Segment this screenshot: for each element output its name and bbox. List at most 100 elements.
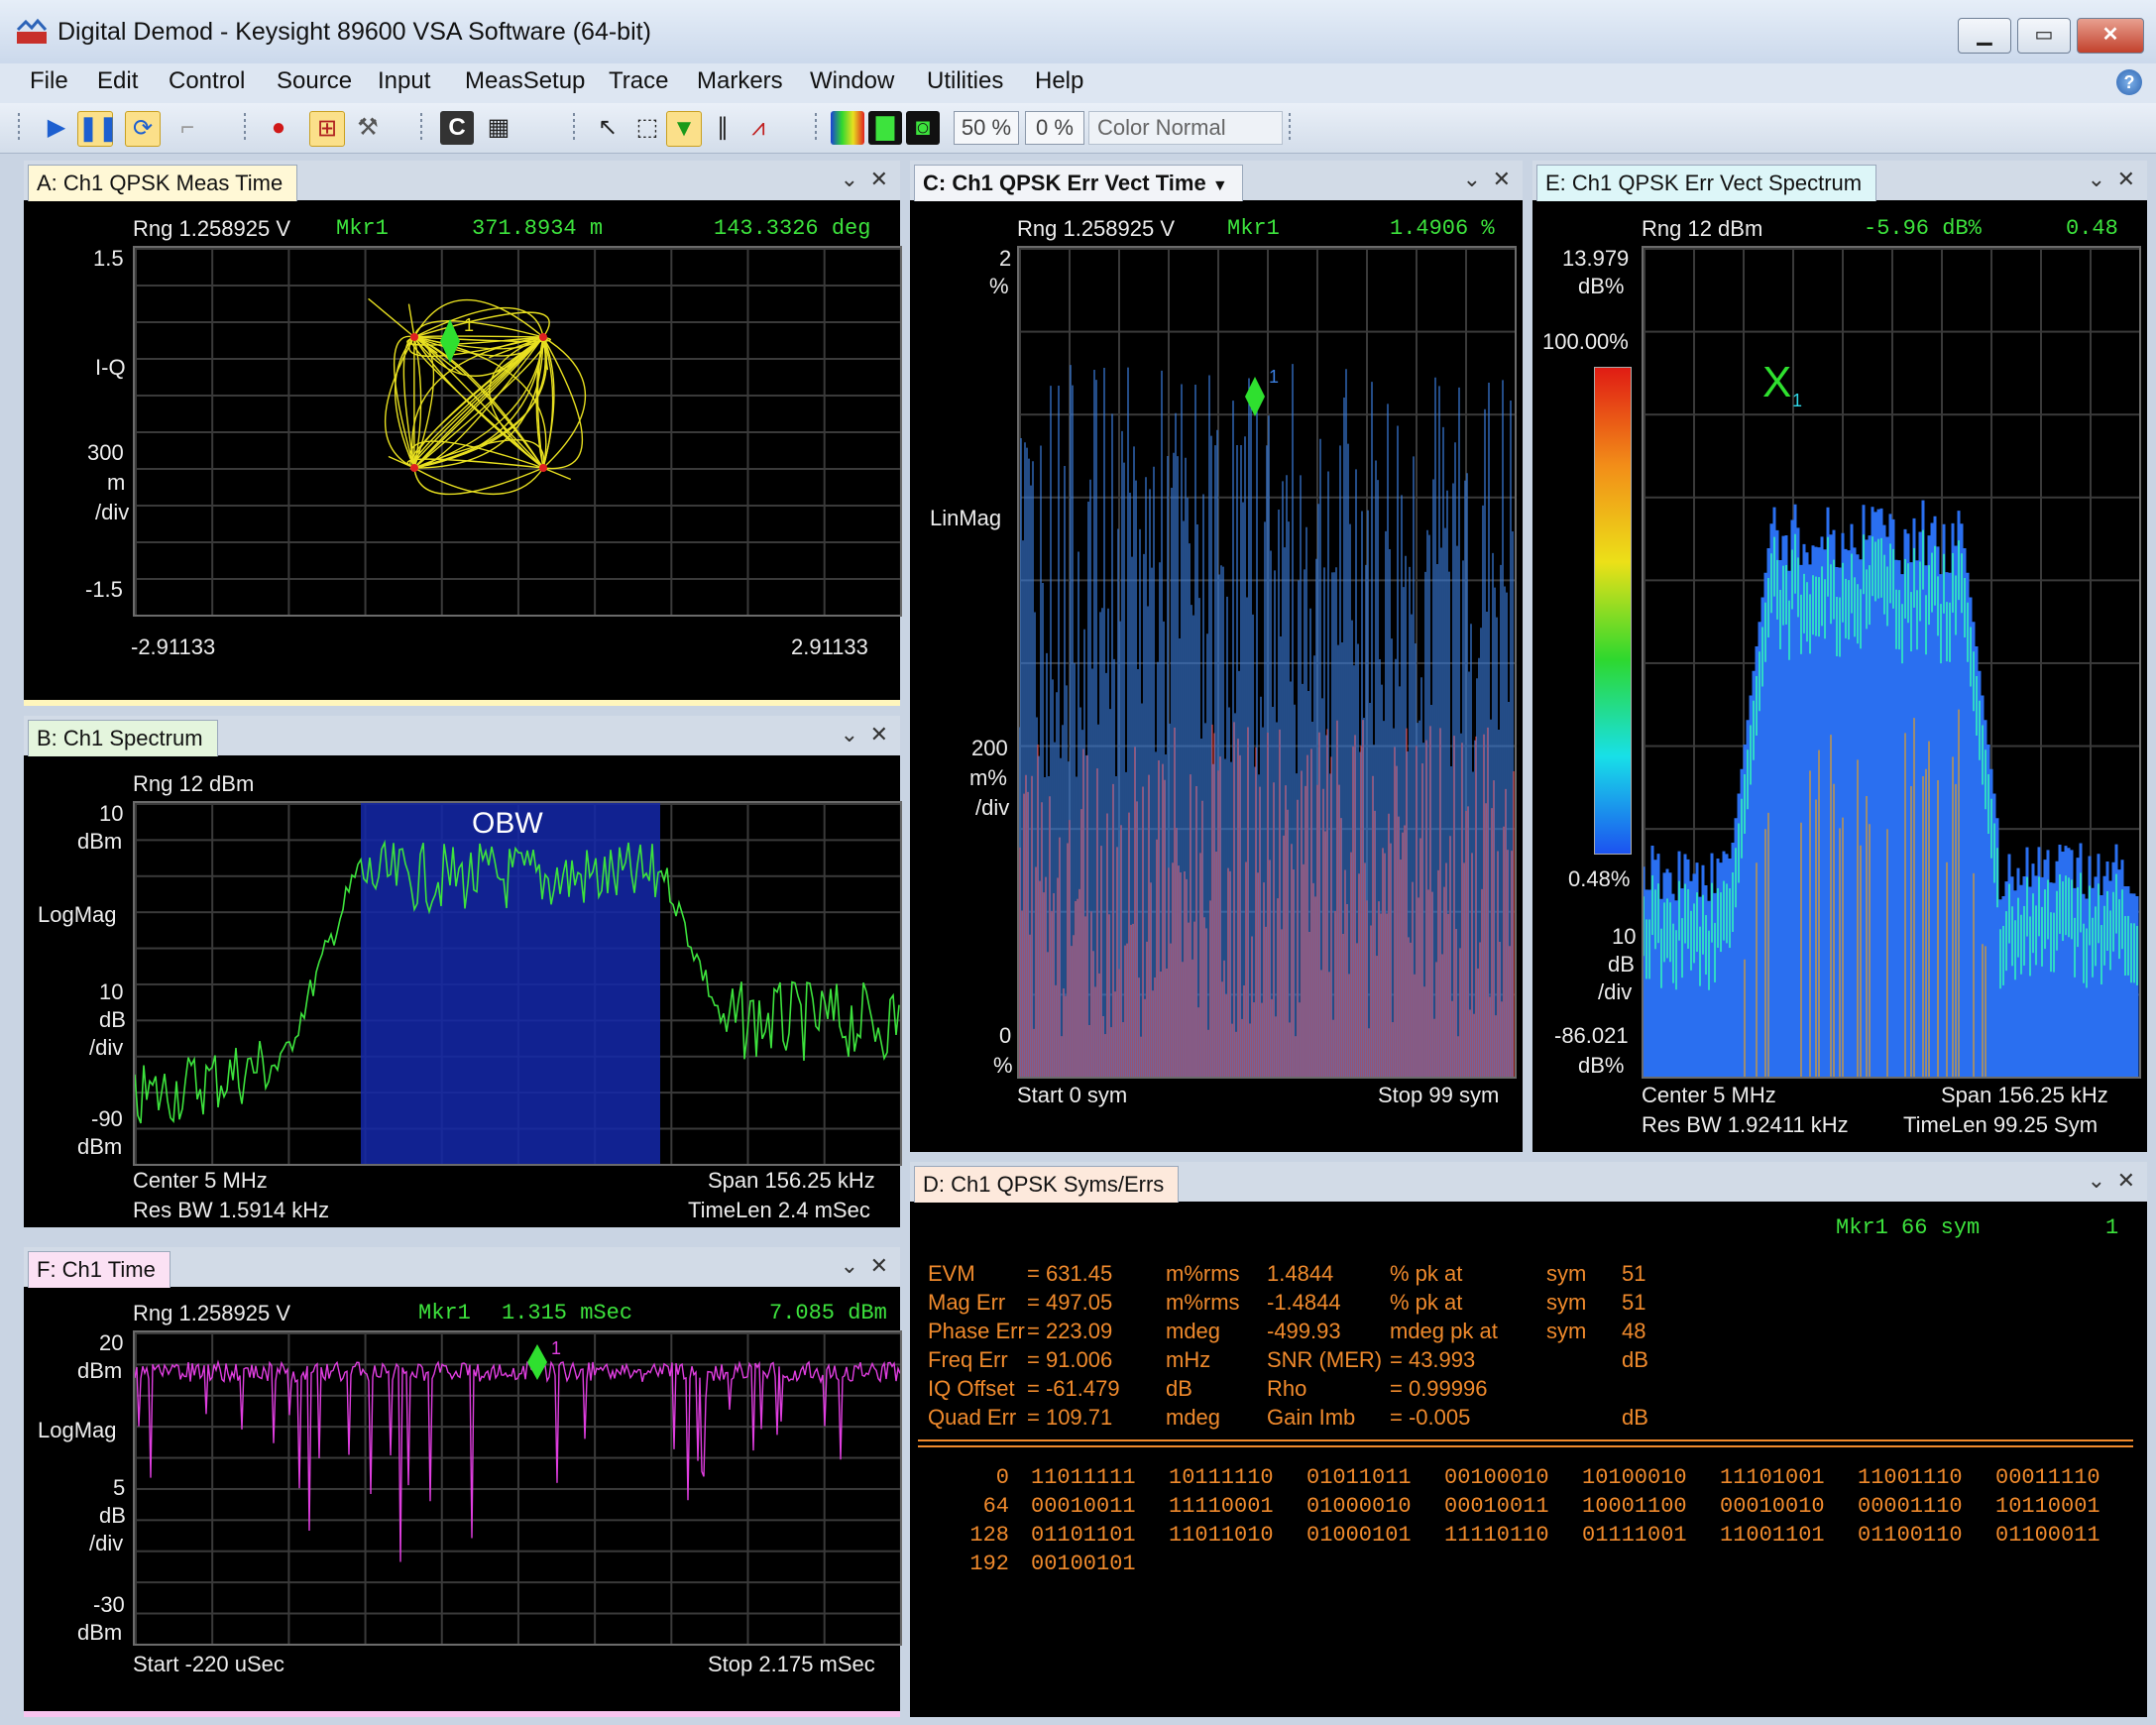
symbol-bits[interactable]: 00001110 [1858, 1494, 1963, 1519]
err-vect-time-plot[interactable]: 1 [1017, 246, 1517, 1079]
symbol-bits[interactable]: 10110001 [1995, 1494, 2100, 1519]
symbol-bits[interactable]: 01000010 [1306, 1494, 1412, 1519]
marker-peak-icon[interactable]: ▼ [666, 111, 702, 147]
symbol-bits[interactable]: 01111001 [1582, 1523, 1687, 1548]
trace-display-icon[interactable]: ▇ [868, 111, 902, 145]
menu-help[interactable]: Help [1035, 67, 1083, 95]
symbol-bits[interactable]: 00100010 [1444, 1465, 1549, 1490]
pause-icon[interactable]: ❚❚ [77, 111, 118, 147]
close-icon[interactable]: ✕ [2117, 1168, 2135, 1194]
close-icon[interactable]: ✕ [2117, 167, 2135, 192]
minimize-button[interactable]: ▁ [1958, 18, 2011, 54]
menu-source[interactable]: Source [277, 67, 352, 95]
chevron-down-icon[interactable]: ⌄ [1463, 167, 1481, 192]
time-plot[interactable]: 1 [133, 1330, 902, 1646]
band-marker-icon[interactable]: ∥ [706, 111, 739, 145]
panel-c-tabstrip: C: Ch1 QPSK Err Vect Time ▼ ⌄ ✕ [910, 161, 1523, 201]
err-vect-spectrum-plot[interactable]: X1 [1642, 246, 2141, 1079]
chevron-down-icon[interactable]: ⌄ [2088, 167, 2105, 192]
marker-icon: X [1762, 358, 1791, 406]
y-axis-format: LogMag [38, 902, 117, 927]
marker-icon [1245, 377, 1265, 416]
error-cell: 51 [1622, 1261, 1646, 1286]
symbol-bits[interactable]: 10100010 [1582, 1465, 1687, 1490]
menu-file[interactable]: File [30, 67, 68, 95]
continuous-icon[interactable]: ⟳ [125, 111, 161, 147]
x-axis-right: 2.91133 [791, 634, 868, 659]
chevron-down-icon[interactable]: ⌄ [841, 1253, 858, 1279]
chevron-down-icon[interactable]: ⌄ [841, 722, 858, 748]
symbol-bits[interactable]: 00011110 [1995, 1465, 2100, 1490]
menu-trace[interactable]: Trace [609, 67, 668, 95]
layout-icon[interactable]: ▦ [482, 111, 515, 145]
menu-utilities[interactable]: Utilities [927, 67, 1003, 95]
symbol-bits[interactable]: 01101101 [1031, 1523, 1136, 1548]
persistence-percent-1[interactable]: 50 % [954, 111, 1019, 145]
symbol-bits[interactable]: 01100110 [1858, 1523, 1963, 1548]
symbol-bits[interactable]: 00010010 [1720, 1494, 1825, 1519]
input-recording-icon[interactable]: ⊞ [309, 111, 345, 147]
tab-panel-a[interactable]: A: Ch1 QPSK Meas Time [28, 165, 298, 201]
error-cell: -1.4844 [1267, 1290, 1341, 1315]
tab-panel-b[interactable]: B: Ch1 Spectrum [28, 720, 218, 756]
menu-input[interactable]: Input [378, 67, 430, 95]
symbol-bits[interactable]: 10001100 [1582, 1494, 1687, 1519]
tab-panel-f[interactable]: F: Ch1 Time [28, 1251, 170, 1288]
symbol-bits[interactable]: 01011011 [1306, 1465, 1412, 1490]
zoom-select-icon[interactable]: ⬚ [630, 111, 664, 145]
tab-panel-d[interactable]: D: Ch1 QPSK Syms/Errs [914, 1166, 1180, 1203]
chevron-down-icon[interactable]: ⌄ [841, 167, 858, 192]
menu-edit[interactable]: Edit [97, 67, 138, 95]
maximize-button[interactable]: ▭ [2017, 18, 2071, 54]
symbol-bits[interactable]: 01000101 [1306, 1523, 1412, 1548]
symbol-bits[interactable]: 11011111 [1031, 1465, 1136, 1490]
marker-z-readout: 0.48 [2066, 216, 2118, 241]
symbol-bits[interactable]: 11110110 [1444, 1523, 1549, 1548]
spectrogram-icon[interactable] [831, 111, 864, 145]
symbol-bits[interactable]: 11110001 [1169, 1494, 1274, 1519]
tab-panel-c[interactable]: C: Ch1 QPSK Err Vect Time ▼ [914, 165, 1243, 201]
close-icon[interactable]: ✕ [870, 722, 888, 748]
error-cell: IQ Offset [928, 1376, 1015, 1401]
record-icon[interactable]: ● [262, 111, 295, 145]
persistence-percent-2[interactable]: 0 % [1025, 111, 1084, 145]
symbol-bits[interactable]: 10111110 [1169, 1465, 1274, 1490]
menu-meassetup[interactable]: MeasSetup [465, 67, 585, 95]
symbol-index: 0 [995, 1465, 1009, 1490]
help-icon[interactable]: ? [2116, 69, 2142, 95]
close-icon[interactable]: ✕ [870, 167, 888, 192]
menu-markers[interactable]: Markers [697, 67, 783, 95]
error-cell: Freq Err [928, 1347, 1008, 1372]
symbol-bits[interactable]: 00010011 [1444, 1494, 1549, 1519]
clear-icon[interactable]: C [440, 111, 474, 145]
symbol-bits[interactable]: 00010011 [1031, 1494, 1136, 1519]
menu-control[interactable]: Control [169, 67, 245, 95]
menu-window[interactable]: Window [810, 67, 894, 95]
symbol-bits[interactable]: 00100101 [1031, 1552, 1136, 1576]
persistence-icon[interactable]: ◙ [906, 111, 940, 145]
error-cell: % pk at [1390, 1290, 1463, 1315]
spectrum-plot[interactable]: OBW [133, 801, 902, 1166]
close-icon[interactable]: ✕ [870, 1253, 888, 1279]
color-mode-select[interactable]: Color Normal [1088, 111, 1283, 145]
symbol-bits[interactable]: 01100011 [1995, 1523, 2100, 1548]
close-button[interactable]: ✕ [2077, 18, 2144, 54]
trigger-icon[interactable]: ⚒ [351, 111, 385, 145]
start-symbol: Start 0 sym [1017, 1083, 1128, 1107]
single-sweep-icon[interactable]: ⌐ [170, 111, 204, 145]
chevron-down-icon[interactable]: ⌄ [2088, 1168, 2105, 1194]
symbol-bits[interactable]: 11001110 [1858, 1465, 1963, 1490]
play-icon[interactable]: ▶ [40, 111, 73, 145]
symbol-bits[interactable]: 11001101 [1720, 1523, 1825, 1548]
marker-to-peak-icon[interactable]: ⩘ [741, 111, 775, 145]
tab-panel-e[interactable]: E: Ch1 QPSK Err Vect Spectrum [1536, 165, 1877, 201]
pointer-icon[interactable]: ↖ [591, 111, 624, 145]
time-length: TimeLen 2.4 mSec [688, 1198, 870, 1222]
close-icon[interactable]: ✕ [1493, 167, 1511, 192]
constellation-plot[interactable]: 1 [133, 246, 902, 617]
chevron-down-icon[interactable]: ▼ [1212, 177, 1228, 194]
symbol-bits[interactable]: 11101001 [1720, 1465, 1825, 1490]
panel-e-err-vect-spectrum: E: Ch1 QPSK Err Vect Spectrum ⌄ ✕ Rng 12… [1532, 161, 2147, 1152]
symbol-bits[interactable]: 11011010 [1169, 1523, 1274, 1548]
error-cell: dB [1622, 1347, 1648, 1372]
